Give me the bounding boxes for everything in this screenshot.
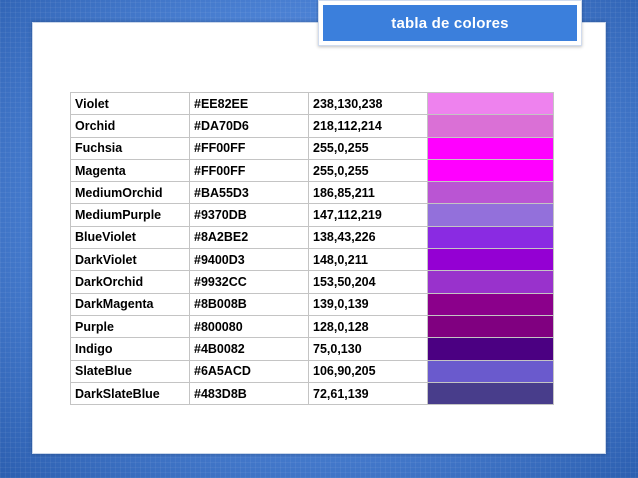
color-swatch: [427, 91, 554, 116]
table-row: Purple #800080 128,0,128: [70, 314, 554, 339]
hex-code-cell: #4B0082: [189, 337, 309, 361]
table-row: DarkOrchid #9932CC 153,50,204: [70, 270, 554, 294]
table-row: DarkSlateBlue #483D8B 72,61,139: [70, 381, 554, 406]
color-name-cell: SlateBlue: [70, 359, 190, 383]
color-swatch: [427, 292, 554, 316]
hex-code-cell: #8B008B: [189, 292, 309, 316]
rgb-value-cell: 128,0,128: [308, 314, 428, 339]
color-table: Violet #EE82EE 238,130,238 Orchid #DA70D6 218…: [70, 91, 554, 406]
color-swatch: [427, 337, 554, 361]
hex-code-cell: #9400D3: [189, 248, 309, 272]
rgb-value-cell: 255,0,255: [308, 158, 428, 183]
color-name-cell: DarkViolet: [70, 248, 190, 272]
table-row: Indigo #4B0082 75,0,130: [70, 337, 554, 361]
table-row: MediumPurple #9370DB 147,112,219: [70, 203, 554, 227]
slide-title: tabla de colores: [323, 5, 577, 41]
hex-code-cell: #800080: [189, 314, 309, 339]
rgb-value-cell: 139,0,139: [308, 292, 428, 316]
table-row: Fuchsia #FF00FF 255,0,255: [70, 136, 554, 160]
rgb-value-cell: 255,0,255: [308, 136, 428, 160]
color-name-cell: Orchid: [70, 114, 190, 138]
color-table-body: Violet #EE82EE 238,130,238 Orchid #DA70D6 218…: [70, 91, 554, 406]
color-name-cell: Magenta: [70, 158, 190, 183]
table-row: BlueViolet #8A2BE2 138,43,226: [70, 225, 554, 250]
rgb-value-cell: 186,85,211: [308, 181, 428, 205]
table-row: Orchid #DA70D6 218,112,214: [70, 114, 554, 138]
color-name-cell: Purple: [70, 314, 190, 339]
color-swatch: [427, 248, 554, 272]
color-swatch: [427, 359, 554, 383]
color-swatch: [427, 158, 554, 183]
hex-code-cell: #FF00FF: [189, 158, 309, 183]
table-row: Magenta #FF00FF 255,0,255: [70, 158, 554, 183]
color-name-cell: DarkSlateBlue: [70, 381, 190, 406]
color-swatch: [427, 114, 554, 138]
rgb-value-cell: 72,61,139: [308, 381, 428, 406]
color-swatch: [427, 181, 554, 205]
color-swatch: [427, 203, 554, 227]
color-swatch: [427, 314, 554, 339]
hex-code-cell: #DA70D6: [189, 114, 309, 138]
hex-code-cell: #EE82EE: [189, 91, 309, 116]
color-name-cell: Fuchsia: [70, 136, 190, 160]
color-name-cell: DarkOrchid: [70, 270, 190, 294]
hex-code-cell: #9370DB: [189, 203, 309, 227]
color-swatch: [427, 381, 554, 406]
color-name-cell: BlueViolet: [70, 225, 190, 250]
hex-code-cell: #6A5ACD: [189, 359, 309, 383]
rgb-value-cell: 106,90,205: [308, 359, 428, 383]
color-name-cell: Violet: [70, 91, 190, 116]
table-row: SlateBlue #6A5ACD 106,90,205: [70, 359, 554, 383]
rgb-value-cell: 218,112,214: [308, 114, 428, 138]
hex-code-cell: #483D8B: [189, 381, 309, 406]
table-row: DarkMagenta #8B008B 139,0,139: [70, 292, 554, 316]
rgb-value-cell: 75,0,130: [308, 337, 428, 361]
color-name-cell: DarkMagenta: [70, 292, 190, 316]
rgb-value-cell: 153,50,204: [308, 270, 428, 294]
hex-code-cell: #BA55D3: [189, 181, 309, 205]
table-row: MediumOrchid #BA55D3 186,85,211: [70, 181, 554, 205]
rgb-value-cell: 138,43,226: [308, 225, 428, 250]
hex-code-cell: #9932CC: [189, 270, 309, 294]
rgb-value-cell: 148,0,211: [308, 248, 428, 272]
table-row: DarkViolet #9400D3 148,0,211: [70, 248, 554, 272]
color-swatch: [427, 270, 554, 294]
hex-code-cell: #FF00FF: [189, 136, 309, 160]
slide-title-box: tabla de colores: [318, 0, 582, 46]
color-name-cell: MediumPurple: [70, 203, 190, 227]
table-row: Violet #EE82EE 238,130,238: [70, 91, 554, 116]
rgb-value-cell: 238,130,238: [308, 91, 428, 116]
color-name-cell: Indigo: [70, 337, 190, 361]
hex-code-cell: #8A2BE2: [189, 225, 309, 250]
color-swatch: [427, 225, 554, 250]
rgb-value-cell: 147,112,219: [308, 203, 428, 227]
color-swatch: [427, 136, 554, 160]
color-name-cell: MediumOrchid: [70, 181, 190, 205]
